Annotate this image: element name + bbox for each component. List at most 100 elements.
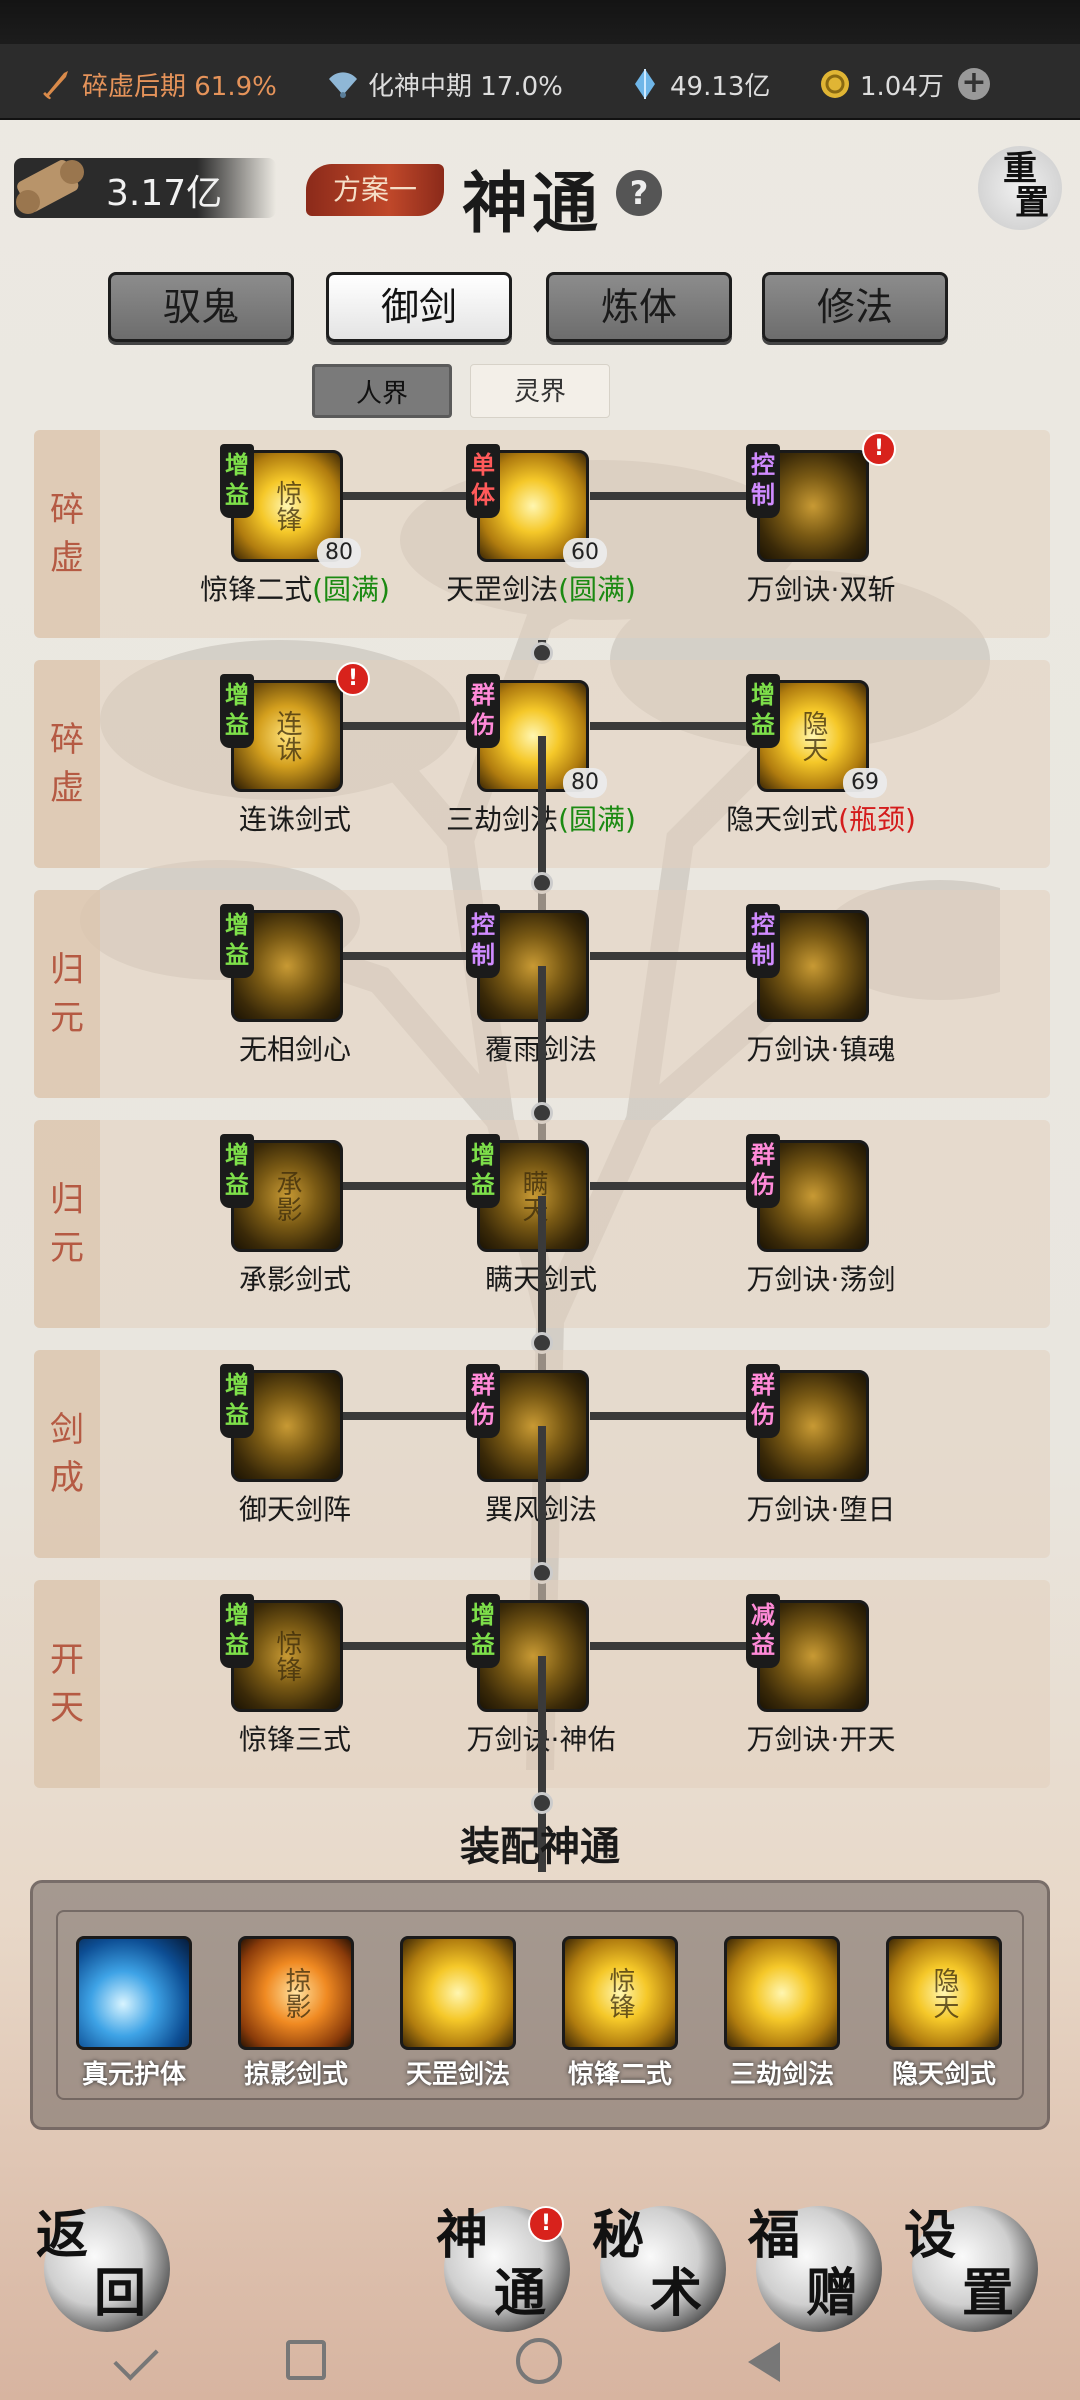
- spirit-stones-stat: 49.13亿: [628, 64, 770, 104]
- skill-name: 万剑诀·双斩: [696, 568, 946, 608]
- fan-icon: [329, 72, 357, 98]
- subtab-human-realm[interactable]: 人界: [312, 364, 452, 418]
- reset-button[interactable]: 重 置: [978, 146, 1062, 230]
- skill-node[interactable]: 隐天增益 69 隐天剑式(瓶颈): [696, 674, 946, 854]
- skill-status-text: (瓶颈): [838, 803, 916, 836]
- reset-label-2: 置: [1015, 183, 1049, 223]
- equipped-skill-slot[interactable]: 掠影 掠影剑式: [216, 1936, 376, 2090]
- skill-node[interactable]: 增益无相剑心: [170, 904, 420, 1084]
- nav-settings-button[interactable]: 设置: [904, 2206, 1038, 2332]
- row-label: 归元: [34, 890, 100, 1098]
- equipped-skill-icon[interactable]: [76, 1936, 192, 2050]
- skill-name-text: 承影剑式: [238, 1263, 351, 1296]
- equipped-skill-icon[interactable]: 掠影: [238, 1936, 354, 2050]
- nav-secret-arts-button[interactable]: 秘术: [592, 2206, 726, 2332]
- equipped-skill-slot[interactable]: 真元护体: [54, 1936, 214, 2090]
- scroll-icon: [16, 160, 84, 214]
- tab-magic[interactable]: 修法: [762, 272, 948, 342]
- sword-icon: [42, 71, 68, 101]
- skill-node[interactable]: 单体 60 天罡剑法(圆满): [416, 444, 666, 624]
- skill-type-tag: 增益: [220, 1594, 254, 1668]
- equipped-skill-name: 惊锋二式: [567, 2060, 672, 2090]
- cultivation-stat-2-text: 化神中期 17.0%: [368, 71, 563, 102]
- system-recents-icon[interactable]: [286, 2340, 326, 2380]
- coins-value: 1.04万: [860, 71, 944, 102]
- skill-type-char: 益: [225, 1630, 249, 1659]
- equipped-skill-slot[interactable]: 天罡剑法: [378, 1936, 538, 2090]
- skill-node[interactable]: 增益御天剑阵: [170, 1364, 420, 1544]
- page-title: 神通: [462, 164, 602, 242]
- skill-type-tag: 增益: [466, 1594, 500, 1668]
- skill-name: 隐天剑式(瓶颈): [696, 798, 946, 838]
- skill-type-char: 控: [751, 910, 775, 939]
- skill-type-char: 控: [471, 910, 495, 939]
- skill-type-tag: 群伤: [466, 1364, 500, 1438]
- skill-type-char: 体: [471, 480, 495, 509]
- skill-node[interactable]: 连诛增益! 连诛剑式: [170, 662, 420, 854]
- equipped-skill-icon[interactable]: 惊锋: [562, 1936, 678, 2050]
- row-label-char: 虚: [50, 768, 84, 808]
- tab-ghost[interactable]: 驭鬼: [108, 272, 294, 342]
- skill-type-char: 增: [225, 1370, 249, 1399]
- skill-type-tag: 群伤: [746, 1364, 780, 1438]
- skill-type-char: 单: [471, 450, 495, 479]
- skill-name: 惊锋二式(圆满): [170, 568, 420, 608]
- nav-gifts-button[interactable]: 福赠: [748, 2206, 882, 2332]
- equipped-skill-icon[interactable]: 隐天: [886, 1936, 1002, 2050]
- skill-level-badge: 60: [563, 538, 607, 568]
- skill-node[interactable]: 减益万剑诀·开天: [696, 1594, 946, 1774]
- skill-type-tag: 增益: [220, 1364, 254, 1438]
- row-label: 碎虚: [34, 430, 100, 638]
- skill-type-tag: 群伤: [466, 674, 500, 748]
- skill-node[interactable]: 惊锋增益 80 惊锋二式(圆满): [170, 444, 420, 624]
- system-back-icon[interactable]: [748, 2342, 780, 2382]
- nav-back-button[interactable]: 返回: [36, 2206, 170, 2332]
- row-label-char: 虚: [50, 538, 84, 578]
- skill-type-char: 增: [225, 1140, 249, 1169]
- equipped-skill-slot[interactable]: 惊锋 惊锋二式: [540, 1936, 700, 2090]
- equipped-skill-icon[interactable]: [400, 1936, 516, 2050]
- row-label-char: 碎: [50, 720, 84, 760]
- plan-selector[interactable]: 方案一: [306, 164, 444, 216]
- add-currency-button[interactable]: +: [958, 68, 990, 100]
- skill-name-text: 天罡剑法: [446, 573, 559, 606]
- skill-name-text: 万剑诀·双斩: [746, 573, 896, 606]
- skill-name-text: 万剑诀·堕日: [746, 1493, 896, 1526]
- skill-node[interactable]: 控制万剑诀·镇魂: [696, 904, 946, 1084]
- system-chevron-down-icon[interactable]: [113, 2335, 159, 2381]
- coin-icon: [821, 70, 849, 98]
- skill-type-tag: 增益: [220, 904, 254, 978]
- row-label: 归元: [34, 1120, 100, 1328]
- skill-node[interactable]: 承影增益承影剑式: [170, 1134, 420, 1314]
- tab-sword[interactable]: 御剑: [326, 272, 512, 342]
- equipped-skill-slot[interactable]: 三劫剑法: [702, 1936, 862, 2090]
- skill-type-char: 益: [225, 480, 249, 509]
- skill-type-char: 益: [225, 710, 249, 739]
- skill-node[interactable]: 惊锋增益惊锋三式: [170, 1594, 420, 1774]
- skill-name: 万剑诀·开天: [696, 1718, 946, 1758]
- subtab-spirit-realm[interactable]: 灵界: [470, 364, 610, 418]
- skill-node[interactable]: 群伤万剑诀·堕日: [696, 1364, 946, 1544]
- skill-type-tag: 增益: [466, 1134, 500, 1208]
- equipped-skill-icon[interactable]: [724, 1936, 840, 2050]
- skill-name-text: 惊锋三式: [238, 1723, 351, 1756]
- equipped-skill-name: 真元护体: [81, 2060, 186, 2090]
- nav-label-char: 回: [94, 2263, 147, 2324]
- tab-body[interactable]: 炼体: [546, 272, 732, 342]
- system-home-icon[interactable]: [516, 2338, 562, 2384]
- skill-node[interactable]: 群伤万剑诀·荡剑: [696, 1134, 946, 1314]
- help-icon[interactable]: ?: [616, 170, 662, 216]
- skill-level-badge: 80: [563, 768, 607, 798]
- equipped-skill-glyph: 惊锋: [605, 1967, 635, 2019]
- equipped-skill-slot[interactable]: 隐天 隐天剑式: [864, 1936, 1024, 2090]
- nav-label-char: 通: [494, 2263, 547, 2324]
- skill-status-text: (圆满): [312, 573, 390, 606]
- skill-name-text: 万剑诀·镇魂: [746, 1033, 896, 1066]
- alert-badge: !: [862, 432, 896, 466]
- skill-name: 惊锋三式: [170, 1718, 420, 1758]
- equip-title: 装配神通: [460, 1824, 620, 1870]
- skill-name-text: 惊锋二式: [200, 573, 313, 606]
- skill-type-char: 益: [471, 1170, 495, 1199]
- row-label-char: 碎: [50, 490, 84, 530]
- skill-node[interactable]: 控制! 万剑诀·双斩: [696, 432, 946, 624]
